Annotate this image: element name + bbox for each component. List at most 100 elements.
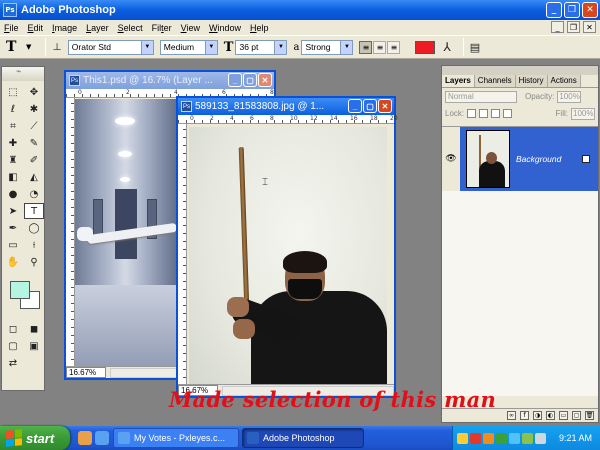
link-layers-icon[interactable]: ∞ (507, 411, 516, 420)
palettes-icon[interactable]: ▤ (470, 41, 480, 54)
menu-window[interactable]: Window (209, 23, 241, 33)
paint-bucket-tool-icon[interactable]: ◭ (24, 169, 44, 185)
zoom-field[interactable]: 16.67% (66, 367, 106, 378)
maximize-button[interactable]: ❐ (564, 2, 580, 18)
jump-to-imageready-icon[interactable]: ⇄ (3, 355, 23, 371)
hand-tool-icon[interactable]: ✋ (3, 254, 23, 270)
taskbar-item[interactable]: My Votes - Pxleyes.c... (113, 428, 239, 448)
toolbox-grip[interactable]: ⌁ (2, 67, 44, 81)
eyedropper-tool-icon[interactable]: ⟊ (24, 237, 44, 253)
doc-close-button[interactable]: ✕ (258, 73, 272, 87)
quick-mask-mode-icon[interactable]: ◼ (24, 321, 44, 337)
text-color-swatch[interactable] (415, 40, 436, 54)
menu-file[interactable]: File (4, 23, 19, 33)
eraser-tool-icon[interactable]: ◧ (3, 169, 23, 185)
zoom-tool-icon[interactable]: ⚲ (24, 254, 44, 270)
clock[interactable]: 9:21 AM (559, 433, 592, 443)
layer-style-icon[interactable]: f (520, 411, 529, 420)
font-size-select[interactable]: 36 pt ▼ (235, 39, 288, 55)
menu-view[interactable]: View (181, 23, 200, 33)
close-button[interactable]: ✕ (582, 2, 598, 18)
notes-tool-icon[interactable]: ▭ (3, 237, 23, 253)
panel-grip[interactable] (442, 66, 598, 75)
crop-tool-icon[interactable]: ⌗ (3, 118, 23, 134)
blend-mode-select[interactable]: Normal (445, 90, 517, 103)
doc-minimize-button[interactable]: _ (348, 99, 362, 113)
move-tool-icon[interactable]: ✥ (24, 84, 44, 100)
slice-tool-icon[interactable]: ⟋ (24, 118, 44, 134)
lasso-tool-icon[interactable]: ℓ (3, 101, 23, 117)
photo-canvas[interactable]: ⌶ (189, 127, 387, 393)
start-button[interactable]: start (0, 426, 70, 450)
tab-channels[interactable]: Channels (474, 75, 516, 87)
menu-help[interactable]: Help (250, 23, 269, 33)
standard-mode-icon[interactable]: ◻ (3, 321, 23, 337)
type-tool-icon[interactable]: T (24, 203, 44, 219)
document-window-photo[interactable]: Ps 589133_81583808.jpg @ 1... _ ▢ ✕ 0 2 4 6… (176, 96, 398, 398)
screen-mode-standard-icon[interactable]: ▢ (3, 338, 23, 354)
opacity-field[interactable]: 100% (557, 90, 582, 103)
screen-mode-full-icon[interactable]: ▣ (24, 338, 44, 354)
path-selection-tool-icon[interactable]: ➤ (3, 203, 23, 219)
lock-transparent-icon[interactable] (467, 109, 477, 118)
delete-layer-icon[interactable]: 🗑 (585, 411, 594, 420)
foreground-color-swatch[interactable] (10, 281, 30, 299)
brush-tool-icon[interactable]: ✎ (24, 135, 44, 151)
blur-tool-icon[interactable]: ● (3, 186, 23, 202)
anti-alias-select[interactable]: Strong ▼ (301, 39, 354, 55)
healing-brush-tool-icon[interactable]: ✚ (3, 135, 23, 151)
doc-maximize-button[interactable]: ▢ (363, 99, 377, 113)
doc-restore-button[interactable]: ❐ (567, 21, 580, 33)
tool-preset-dropdown-icon[interactable]: ▼ (26, 43, 31, 51)
menu-layer[interactable]: Layer (86, 23, 109, 33)
layer-row[interactable]: 👁 Background (442, 127, 598, 191)
document-title-bar[interactable]: Ps 589133_81583808.jpg @ 1... _ ▢ ✕ (178, 98, 394, 115)
doc-maximize-button[interactable]: ▢ (243, 73, 257, 87)
quick-launch-icon[interactable] (78, 431, 92, 445)
quick-launch-icon[interactable] (95, 431, 109, 445)
align-left-button[interactable]: ≡ (359, 40, 373, 54)
new-layer-icon[interactable]: ▢ (572, 411, 581, 420)
window-title-bar[interactable]: Ps Adobe Photoshop _ ❐ ✕ (0, 0, 600, 20)
layer-mask-icon[interactable]: ◑ (533, 411, 542, 420)
tab-actions[interactable]: Actions (547, 75, 581, 87)
menu-filter[interactable]: Filter (152, 23, 172, 33)
document-title-bar[interactable]: Ps This1.psd @ 16.7% (Layer ... _ ▢ ✕ (66, 72, 274, 89)
volume-icon[interactable] (535, 432, 546, 444)
marquee-tool-icon[interactable]: ⬚ (3, 84, 23, 100)
menu-select[interactable]: Select (118, 23, 143, 33)
menu-image[interactable]: Image (52, 23, 77, 33)
minimize-button[interactable]: _ (546, 2, 562, 18)
doc-minimize-button[interactable]: _ (228, 73, 242, 87)
pen-tool-icon[interactable]: ✒ (3, 220, 23, 236)
shape-tool-icon[interactable]: ◯ (24, 220, 44, 236)
lock-all-icon[interactable] (503, 109, 513, 118)
lock-image-icon[interactable] (479, 109, 489, 118)
adjustment-layer-icon[interactable]: ◐ (546, 411, 555, 420)
clone-stamp-tool-icon[interactable]: ♜ (3, 152, 23, 168)
new-group-icon[interactable]: ▭ (559, 411, 568, 420)
doc-close-button[interactable]: ✕ (378, 99, 392, 113)
font-style-select[interactable]: Medium ▼ (159, 39, 218, 55)
tab-layers[interactable]: Layers (442, 75, 475, 87)
warp-text-icon[interactable]: ⅄ (443, 40, 450, 54)
tray-icon[interactable] (470, 432, 481, 444)
font-family-select[interactable]: Orator Std ▼ (67, 39, 154, 55)
dodge-tool-icon[interactable]: ◔ (24, 186, 44, 202)
doc-minimize-button[interactable]: _ (551, 21, 564, 33)
type-tool-preset-icon[interactable]: T (6, 39, 26, 55)
align-center-button[interactable]: ≡ (373, 40, 387, 54)
menu-edit[interactable]: Edit (28, 23, 44, 33)
tray-icon[interactable] (496, 432, 507, 444)
text-orientation-icon[interactable]: ⊥ (52, 42, 61, 53)
history-brush-tool-icon[interactable]: ✐ (24, 152, 44, 168)
taskbar-item[interactable]: Adobe Photoshop (242, 428, 364, 448)
layer-visibility-eye-icon[interactable]: 👁 (442, 127, 460, 191)
doc-close-button[interactable]: ✕ (583, 21, 596, 33)
tray-icon[interactable] (457, 432, 468, 444)
tab-history[interactable]: History (515, 75, 548, 87)
fill-field[interactable]: 100% (571, 107, 595, 120)
align-right-button[interactable]: ≡ (387, 40, 401, 54)
tray-icon[interactable] (509, 432, 520, 444)
tray-icon[interactable] (483, 432, 494, 444)
